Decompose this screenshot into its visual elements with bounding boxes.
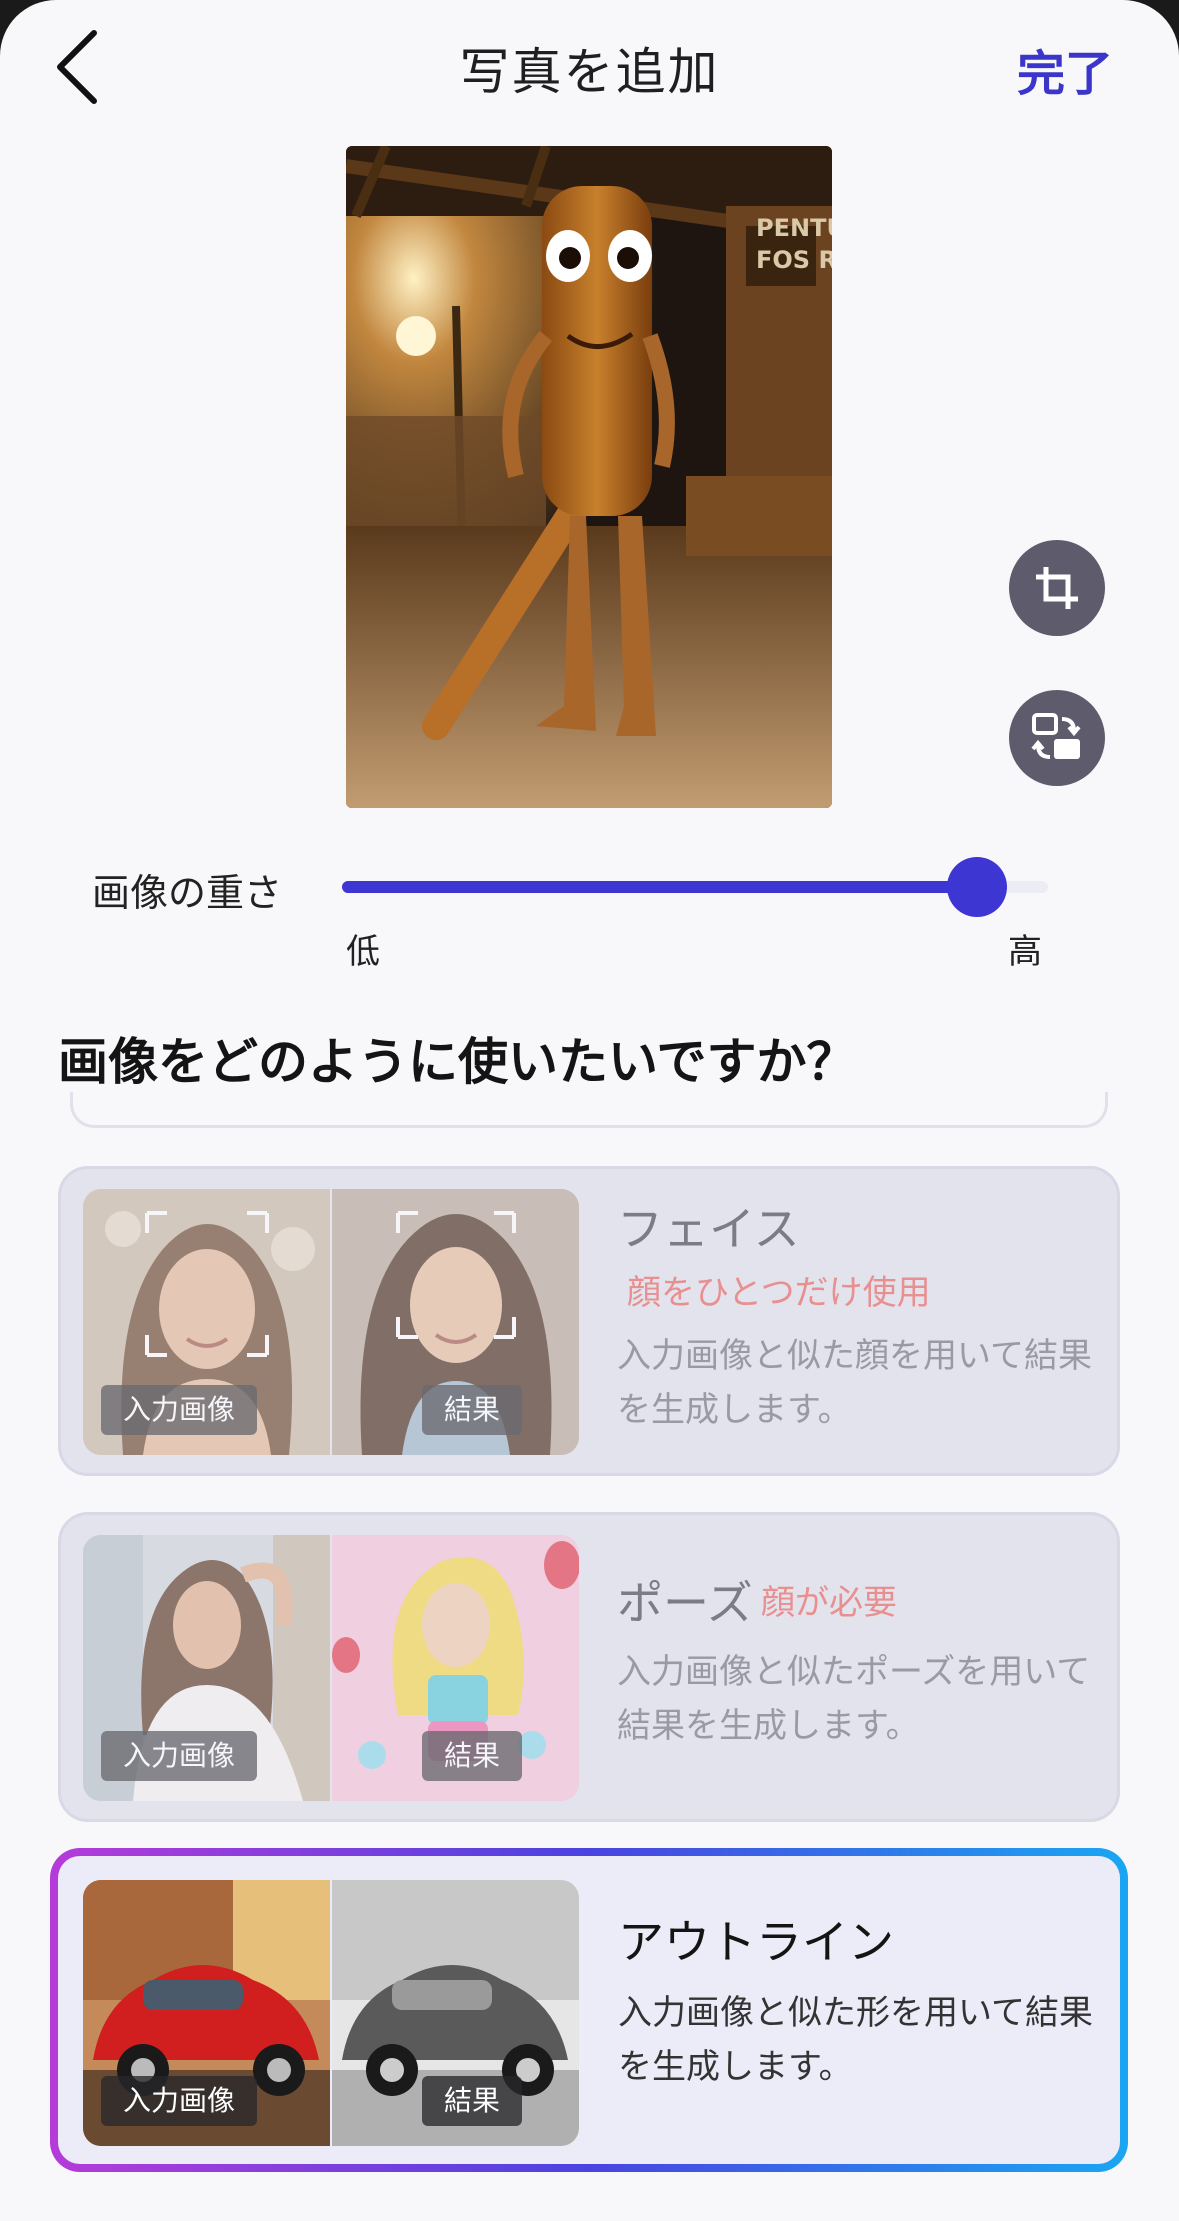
- outline-result-image: 結果: [332, 1880, 579, 2146]
- face-result-image: 結果: [332, 1189, 579, 1455]
- option-note: 顔が必要: [761, 1583, 897, 1623]
- section-title: 画像をどのように使いたいですか？: [58, 1033, 857, 1091]
- option-card-pose[interactable]: 入力画像 結果 ポーズ 顔が必要 入力画像と似たポーズを用いて結果を生成します。: [58, 1512, 1120, 1822]
- input-image-tag: 入力画像: [101, 1385, 258, 1435]
- pose-result-image: 結果: [332, 1535, 579, 1801]
- page-title: 写真を追加: [459, 43, 720, 101]
- face-input-image: 入力画像: [83, 1189, 330, 1455]
- image-weight-slider[interactable]: [342, 857, 1048, 917]
- result-tag: 結果: [422, 2076, 523, 2126]
- option-name: アウトライン: [618, 1915, 894, 1969]
- option-description: 入力画像と似たポーズを用いて結果を生成します。: [617, 1652, 1091, 1746]
- pose-input-image: 入力画像: [83, 1535, 330, 1801]
- crop-icon: [1036, 567, 1078, 609]
- option-note: 顔をひとつだけ使用: [627, 1273, 931, 1313]
- option-description: 入力画像と似た形を用いて結果を生成します。: [618, 1993, 1093, 2087]
- pose-example-images: 入力画像 結果: [83, 1535, 579, 1801]
- swap-image-button[interactable]: [1009, 690, 1105, 786]
- crop-button[interactable]: [1009, 540, 1105, 636]
- input-image-tag: 入力画像: [101, 1731, 258, 1781]
- slider-min-label: 低: [346, 932, 380, 972]
- input-image-tag: 入力画像: [101, 2076, 258, 2126]
- option-card-face[interactable]: 入力画像 結果 フェイス 顔をひとつだけ使用 入力画像と似た顔を用いて結果を生成…: [58, 1166, 1120, 1476]
- svg-text:PENTU: PENTU: [756, 214, 832, 242]
- uploaded-photo: PENTU FOS R: [346, 146, 832, 808]
- outline-example-images: 入力画像 結果: [83, 1880, 579, 2146]
- swap-image-icon: [1031, 713, 1081, 759]
- result-tag: 結果: [422, 1385, 523, 1435]
- add-photo-screen: 写真を追加 完了 PENT FOS R 画像の重さ 低 高 画像をどのように使い…: [0, 0, 1179, 2221]
- svg-text:FOS R: FOS R: [756, 246, 832, 274]
- option-description: 入力画像と似た顔を用いて結果を生成します。: [617, 1336, 1092, 1430]
- slider-thumb[interactable]: [947, 857, 1008, 917]
- option-card-outline[interactable]: 入力画像 結果 アウトライン 入力画像と似た形を用いて結果を生成します。: [50, 1848, 1128, 2172]
- image-weight-label: 画像の重さ: [92, 871, 283, 915]
- slider-fill: [342, 881, 978, 893]
- outline-input-image: 入力画像: [83, 1880, 330, 2146]
- scrolled-card-edge: [70, 1092, 1108, 1128]
- result-tag: 結果: [422, 1731, 523, 1781]
- face-example-images: 入力画像 結果: [83, 1189, 579, 1455]
- option-name: ポーズ: [617, 1576, 753, 1630]
- done-button[interactable]: 完了: [1017, 34, 1113, 104]
- slider-max-label: 高: [1008, 932, 1042, 972]
- option-name: フェイス: [617, 1202, 800, 1256]
